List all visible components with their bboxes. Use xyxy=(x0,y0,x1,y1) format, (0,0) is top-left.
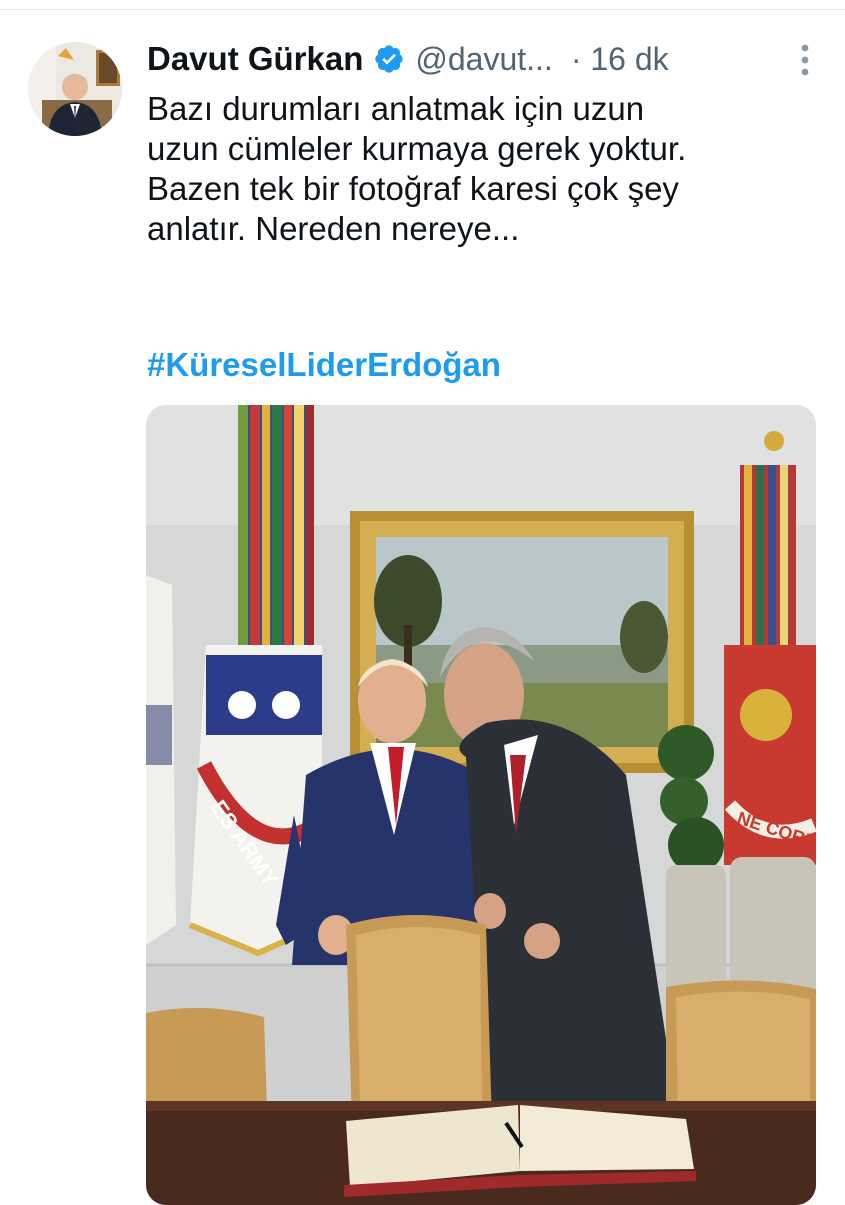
tweet-header: Davut Gürkan @davut... · 16 dk xyxy=(147,36,815,82)
avatar[interactable] xyxy=(28,42,122,136)
handle[interactable]: @davut... xyxy=(415,41,552,78)
verified-badge-icon xyxy=(373,43,405,75)
tweet-media-photo[interactable]: ES ARMY NE CORPS xyxy=(146,405,816,1205)
display-name[interactable]: Davut Gürkan xyxy=(147,40,363,78)
media-photo-illustration: ES ARMY NE CORPS xyxy=(146,405,816,1205)
more-vertical-icon[interactable] xyxy=(795,42,815,78)
avatar-image xyxy=(28,42,122,136)
top-divider xyxy=(0,9,845,10)
tweet-text: Bazı durumları anlatmak için uzun uzun c… xyxy=(147,90,687,247)
timestamp[interactable]: · 16 dk xyxy=(571,41,669,78)
hashtag-link[interactable]: #KüreselLiderErdoğan xyxy=(147,346,501,384)
